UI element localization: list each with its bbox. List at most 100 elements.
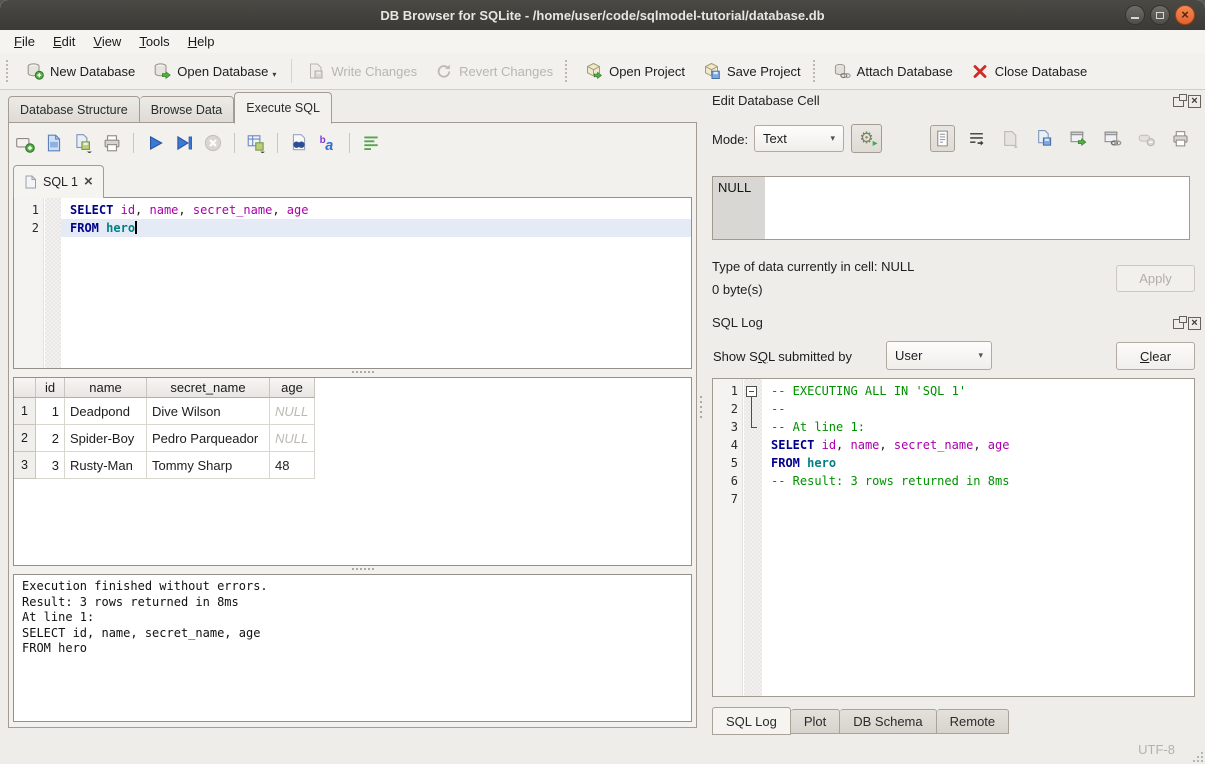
table-cell[interactable]: Pedro Parqueador [147,425,270,452]
print-icon[interactable] [102,133,122,153]
menu-view[interactable]: View [84,32,130,51]
sql1-tab[interactable]: SQL 1 × [13,165,104,198]
table-cell[interactable]: NULL [270,425,315,452]
splitter-handle[interactable] [9,368,696,376]
message-line: Execution finished without errors. [22,579,683,595]
code-text: SELECT id, name, secret_name, age [762,436,1194,454]
code-line[interactable]: 4SELECT id, name, secret_name, age [713,436,1194,454]
menu-file[interactable]: File [5,32,44,51]
print-icon[interactable] [1168,125,1193,152]
toolbar-drag-handle[interactable] [565,60,570,82]
table-cell[interactable]: 1 [36,398,65,425]
tab-database-structure[interactable]: Database Structure [8,96,140,123]
table-cell[interactable]: Spider-Boy [65,425,147,452]
column-header[interactable]: name [65,378,147,398]
table-cell[interactable]: Rusty-Man [65,452,147,479]
table-cell[interactable]: 48 [270,452,315,479]
tab-remote[interactable]: Remote [937,709,1010,734]
save-sql-file-icon[interactable] [73,133,93,153]
toolbar-drag-handle[interactable] [6,60,11,82]
open-database-label: Open Database [177,64,268,79]
word-wrap-icon[interactable] [361,133,381,153]
close-tab-icon[interactable]: × [84,174,93,189]
row-number-cell[interactable]: 3 [14,452,36,479]
code-line[interactable]: 6-- Result: 3 rows returned in 8ms [713,472,1194,490]
find-replace-icon[interactable] [289,133,309,153]
open-sql-file-icon[interactable] [44,133,64,153]
close-dock-icon[interactable]: × [1188,95,1201,108]
open-project-button[interactable]: Open Project [576,57,694,85]
attach-database-button[interactable]: Attach Database [824,57,962,85]
maximize-button[interactable] [1150,5,1170,25]
tab-plot[interactable]: Plot [791,709,840,734]
float-dock-icon[interactable] [1173,97,1184,107]
save-project-button[interactable]: Save Project [694,57,810,85]
sql-log-area[interactable]: 1-- EXECUTING ALL IN 'SQL 1'2--3-- At li… [712,378,1195,697]
column-header[interactable]: secret_name [147,378,270,398]
fold-marker [743,400,762,418]
auto-switch-mode-button[interactable]: ⚙▸ [851,124,882,153]
table-cell[interactable]: Deadpond [65,398,147,425]
table-cell[interactable]: Dive Wilson [147,398,270,425]
copy-link-icon[interactable] [1100,125,1125,152]
code-line[interactable]: 5FROM hero [713,454,1194,472]
menu-edit[interactable]: Edit [44,32,84,51]
word-wrap-icon[interactable] [964,125,989,152]
execute-current-line-icon[interactable] [174,133,194,153]
code-line[interactable]: 2FROM hero [14,219,691,237]
mode-combobox[interactable]: Text ▾ [754,125,844,152]
execution-message-box[interactable]: Execution finished without errors.Result… [13,574,692,722]
export-results-icon[interactable] [246,133,266,153]
menu-tools[interactable]: Tools [130,32,178,51]
close-dock-icon[interactable]: × [1188,317,1201,330]
close-database-button[interactable]: Close Database [962,57,1097,85]
column-header[interactable]: id [36,378,65,398]
splitter-handle[interactable] [9,565,696,573]
resize-grip[interactable] [1191,750,1203,762]
toolbar-drag-handle[interactable] [813,60,818,82]
tab-db-schema[interactable]: DB Schema [840,709,936,734]
table-cell[interactable]: 3 [36,452,65,479]
table-cell[interactable]: NULL [270,398,315,425]
row-number-cell[interactable]: 2 [14,425,36,452]
column-header[interactable]: age [270,378,315,398]
table-cell[interactable]: Tommy Sharp [147,452,270,479]
sql-code[interactable]: 1SELECT id, name, secret_name, age2FROM … [14,198,691,368]
clear-button[interactable]: Clear [1116,342,1195,370]
tab-sql-log[interactable]: SQL Log [712,707,791,735]
tab-browse-data[interactable]: Browse Data [140,96,235,123]
minimize-button[interactable] [1125,5,1145,25]
set-null-icon [1134,125,1159,152]
code-line[interactable]: 3-- At line 1: [713,418,1194,436]
sql-log-dock-title: SQL Log [712,315,763,330]
code-line[interactable]: 2-- [713,400,1194,418]
format-text-icon[interactable]: ba [318,133,338,153]
open-database-button[interactable]: Open Database ▾ [144,57,285,85]
row-number-cell[interactable]: 1 [14,398,36,425]
fold-marker[interactable] [743,382,762,400]
open-external-icon[interactable] [1066,125,1091,152]
close-button[interactable]: × [1175,5,1195,25]
text-mode-icon[interactable] [930,125,955,152]
new-sql-tab-icon[interactable] [15,133,35,153]
code-line[interactable]: 1-- EXECUTING ALL IN 'SQL 1' [713,382,1194,400]
code-line[interactable]: 7 [713,490,1194,508]
menu-help[interactable]: Help [179,32,224,51]
float-dock-icon[interactable] [1173,319,1184,329]
save-file-icon[interactable] [1032,125,1057,152]
titlebar[interactable]: DB Browser for SQLite - /home/user/code/… [0,0,1205,30]
table-cell[interactable]: 2 [36,425,65,452]
cell-value-editor[interactable]: NULL [712,176,1190,240]
results-corner-cell[interactable] [14,378,36,398]
sql-editor-area[interactable]: 1SELECT id, name, secret_name, age2FROM … [13,197,692,369]
open-database-dropdown-icon[interactable]: ▾ [272,70,276,79]
tab-execute-sql[interactable]: Execute SQL [234,92,332,124]
code-line[interactable]: 1SELECT id, name, secret_name, age [14,201,691,219]
app-window: DB Browser for SQLite - /home/user/code/… [0,0,1205,764]
new-database-button[interactable]: New Database [17,57,144,85]
results-table-area[interactable]: idnamesecret_nameage11DeadpondDive Wilso… [13,377,692,566]
sql-log-filter-combobox[interactable]: User ▾ [886,341,992,370]
execute-all-icon[interactable] [145,133,165,153]
dock-splitter-handle[interactable] [700,396,704,430]
results-grid: idnamesecret_nameage11DeadpondDive Wilso… [14,378,315,479]
